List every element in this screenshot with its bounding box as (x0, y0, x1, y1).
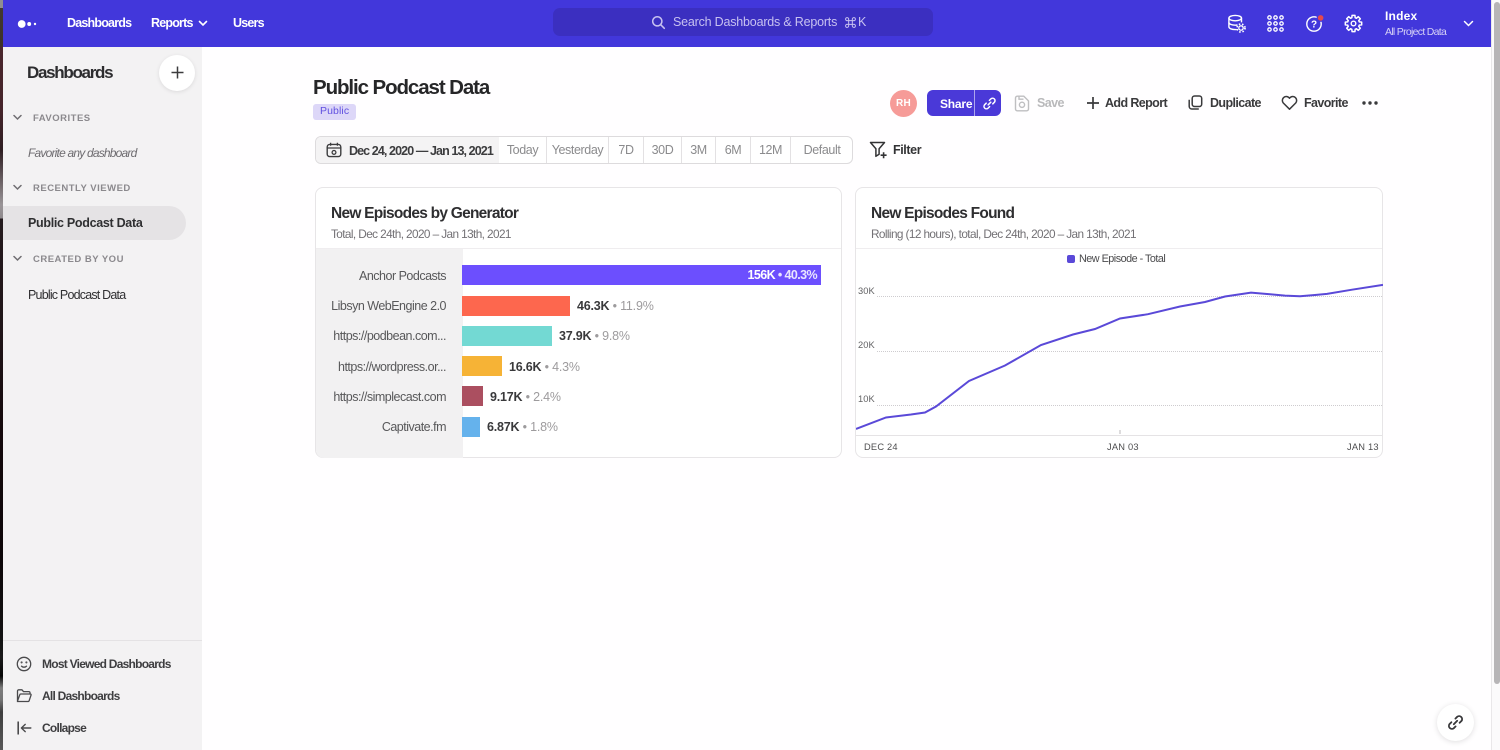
svg-text:?: ? (1311, 20, 1317, 31)
